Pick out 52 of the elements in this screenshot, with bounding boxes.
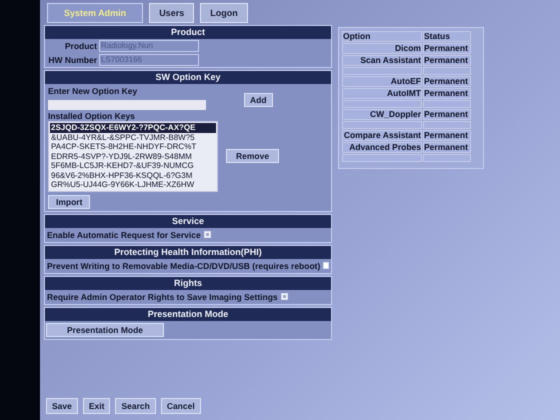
readonly-field: LS7003166 bbox=[99, 54, 199, 66]
checkbox-label: Enable Automatic Request for Service bbox=[47, 230, 201, 240]
section-header: Rights bbox=[45, 276, 331, 290]
list-item[interactable]: GR%U5-UJ44G-9Y66K-LJHME-XZ6HW bbox=[50, 180, 216, 190]
footer-button[interactable]: Cancel bbox=[160, 398, 201, 414]
list-item[interactable]: 5F6MB-LC5JR-KEHD7-&UF39-NUMCG bbox=[50, 161, 216, 170]
remove-button[interactable]: Remove bbox=[226, 149, 280, 164]
footer-button[interactable]: Exit bbox=[82, 398, 110, 414]
list-item[interactable]: 2SJQD-3ZSQX-E6WY2-?7PQC-AX?QE bbox=[50, 123, 216, 132]
field-label: HW Number bbox=[47, 55, 97, 65]
footer-button[interactable]: Save bbox=[46, 398, 78, 414]
tab[interactable]: Users bbox=[149, 3, 194, 23]
field-label: Product bbox=[64, 41, 97, 51]
presentation-mode-button[interactable]: Presentation Mode bbox=[46, 322, 164, 336]
table-cell: Advanced Probes bbox=[342, 142, 422, 153]
column-header: Status bbox=[423, 31, 471, 42]
checkbox[interactable] bbox=[204, 231, 211, 238]
table-cell: Scan Assistant bbox=[342, 55, 422, 66]
table-cell: Permanent bbox=[423, 55, 471, 66]
section-header: Protecting Health Information(PHI) bbox=[45, 246, 331, 258]
table-cell: Compare Assistant bbox=[342, 130, 422, 141]
table-cell: Dicom bbox=[342, 43, 422, 54]
table-cell: AutoIMT bbox=[342, 88, 422, 99]
section-header: Product bbox=[45, 26, 331, 39]
list-item[interactable]: PA4CP-SKETS-8H2HE-NHDYF-DRC%T bbox=[50, 142, 216, 152]
column-header: Option bbox=[342, 31, 422, 42]
list-item[interactable]: 96&V6-2%BHX-HPF36-KSQQL-6?G3M bbox=[50, 170, 216, 180]
section-header: Service bbox=[45, 214, 331, 228]
checkbox-label: Require Admin Operator Rights to Save Imaging Settings bbox=[47, 292, 278, 302]
table-cell: Permanent bbox=[423, 43, 471, 54]
list-item[interactable]: &UABU-4YR&L-&SPPC-TVJMR-B8W?5 bbox=[50, 132, 216, 142]
table-cell: Permanent bbox=[423, 130, 471, 141]
add-button[interactable]: Add bbox=[244, 93, 273, 107]
table-cell: CW_Doppler bbox=[342, 109, 422, 120]
table-cell: Permanent bbox=[423, 88, 471, 99]
option-key-input[interactable] bbox=[48, 100, 206, 110]
table-cell: Permanent bbox=[423, 142, 471, 153]
readonly-field: Radiology.Nuri bbox=[99, 40, 199, 52]
section-header: SW Option Key bbox=[45, 71, 331, 84]
field-label: Installed Option Keys bbox=[48, 111, 135, 121]
footer-button[interactable]: Search bbox=[115, 398, 156, 414]
table-cell: AutoEF bbox=[342, 76, 422, 87]
section-header: Presentation Mode bbox=[45, 308, 331, 320]
import-button[interactable]: Import bbox=[48, 194, 90, 208]
checkbox[interactable] bbox=[280, 293, 288, 300]
checkbox[interactable] bbox=[323, 262, 329, 269]
field-label: Enter New Option Key bbox=[48, 86, 138, 96]
table-cell: Permanent bbox=[423, 109, 471, 120]
checkbox-label: Prevent Writing to Removable Media-CD/DVD/USB (requires reboot) bbox=[47, 260, 320, 270]
table-cell: Permanent bbox=[423, 76, 471, 87]
tab[interactable]: Logon bbox=[200, 3, 248, 23]
list-item[interactable]: EDRR5-4SVP?-YDJ9L-2RW89-S48MM bbox=[50, 152, 216, 161]
